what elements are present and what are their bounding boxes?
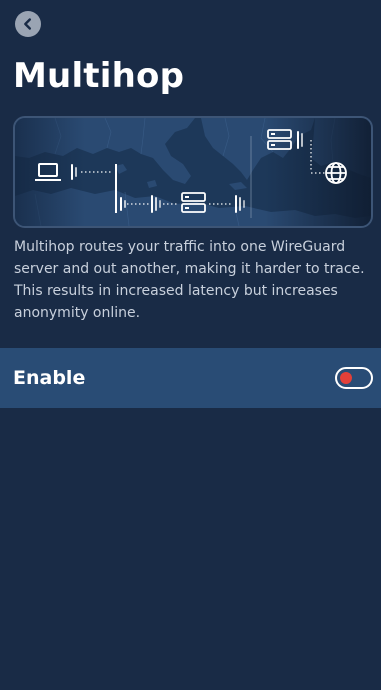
enable-toggle[interactable] [335, 367, 373, 389]
multihop-description: Multihop routes your traffic into one Wi… [14, 239, 365, 321]
multihop-settings-page: Multihop Multihop routes your traffic in… [0, 0, 381, 690]
enable-multihop-row[interactable]: Enable [0, 348, 381, 408]
multihop-illustration [13, 116, 373, 228]
page-title: Multihop [13, 56, 185, 96]
toggle-knob [340, 372, 352, 384]
enable-label: Enable [13, 367, 86, 389]
back-button[interactable] [15, 11, 41, 37]
chevron-left-icon [24, 18, 31, 30]
